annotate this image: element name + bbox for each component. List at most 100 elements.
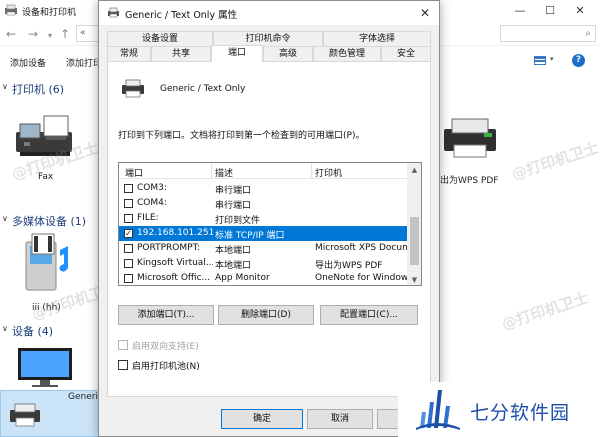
- port-checkbox[interactable]: [124, 199, 133, 208]
- group-printers[interactable]: ∨ 打印机 (6): [0, 80, 100, 96]
- tab-ports[interactable]: 端口: [211, 45, 263, 62]
- port-name: COM3:: [137, 183, 167, 193]
- port-name: PORTPROMPT:: [137, 243, 201, 253]
- bidirectional-support-checkbox[interactable]: [118, 340, 128, 350]
- port-checkbox[interactable]: [124, 184, 133, 193]
- port-checkbox-checked[interactable]: ✓: [124, 229, 133, 238]
- search-icon: ⌕: [585, 28, 591, 39]
- printer-pooling-checkbox[interactable]: [118, 360, 128, 370]
- port-name: 192.168.101.251: [137, 228, 213, 238]
- table-row[interactable]: PORTPROMPT: 本地端口 Microsoft XPS Docum: [119, 241, 407, 256]
- table-row[interactable]: FILE: 打印到文件: [119, 211, 407, 226]
- port-instruction: 打印到下列端口。文档将打印到第一个检查到的可用端口(P)。: [118, 131, 365, 141]
- printer-properties-dialog: Generic / Text Only 属性 ✕ 设备设置 打印机命令 字体选择…: [98, 0, 440, 437]
- maximize-icon[interactable]: ☐: [536, 2, 564, 20]
- close-icon[interactable]: ✕: [566, 2, 594, 20]
- column-divider[interactable]: [211, 163, 212, 179]
- port-description: 标准 TCP/IP 端口: [215, 231, 285, 241]
- printer-icon[interactable]: [440, 115, 500, 161]
- tab-device-settings[interactable]: 设备设置: [107, 31, 213, 46]
- tab-advanced[interactable]: 高级: [263, 46, 313, 61]
- printer-icon: [122, 79, 144, 98]
- add-port-button[interactable]: 添加端口(T)...: [118, 305, 214, 325]
- column-header-port[interactable]: 端口: [125, 166, 143, 179]
- dialog-title: Generic / Text Only 属性: [125, 10, 238, 21]
- media-device-icon[interactable]: [20, 228, 76, 294]
- add-printer-button[interactable]: 添加打印: [66, 56, 102, 69]
- group-media-devices[interactable]: ∨ 多媒体设备 (1): [0, 212, 96, 228]
- scroll-down-icon[interactable]: ▼: [407, 273, 421, 285]
- search-input[interactable]: ⌕: [500, 25, 596, 42]
- table-row-selected[interactable]: ✓ 192.168.101.251 标准 TCP/IP 端口: [119, 226, 407, 241]
- group-devices[interactable]: ∨ 设备 (4): [0, 322, 100, 338]
- group-title: 多媒体设备 (1): [12, 215, 87, 228]
- add-device-button[interactable]: 添加设备: [10, 56, 46, 69]
- port-checkbox[interactable]: [124, 214, 133, 223]
- logo-mark-icon: [416, 390, 460, 430]
- logo-text: 七分软件园: [470, 402, 571, 424]
- printer-name: Generic / Text Only: [160, 84, 246, 94]
- port-checkbox[interactable]: [124, 244, 133, 253]
- double-chevron-icon: «: [80, 28, 86, 38]
- tab-color-management[interactable]: 颜色管理: [313, 46, 381, 61]
- port-name: FILE:: [137, 213, 159, 223]
- port-list-header: 端口 描述 打印机: [119, 163, 407, 179]
- tab-font-selection[interactable]: 字体选择: [323, 31, 431, 46]
- port-name: Microsoft Offic...: [137, 273, 211, 283]
- port-checkbox[interactable]: [124, 259, 133, 268]
- table-row[interactable]: Microsoft Offic... App Monitor OneNote f…: [119, 271, 407, 285]
- cancel-button[interactable]: 取消: [307, 409, 373, 429]
- configure-port-button[interactable]: 配置端口(C)...: [320, 305, 418, 325]
- delete-port-button[interactable]: 删除端口(D): [218, 305, 314, 325]
- port-description: 本地端口: [215, 246, 252, 256]
- address-field[interactable]: «: [76, 25, 100, 42]
- monitor-icon[interactable]: [14, 346, 76, 388]
- port-printer: 导出为WPS PDF: [315, 261, 383, 271]
- port-printer: Microsoft XPS Docum: [315, 243, 407, 253]
- table-row[interactable]: COM3: 串行端口: [119, 181, 407, 196]
- bidirectional-support-label: 启用双向支持(E): [132, 342, 199, 352]
- chevron-down-icon[interactable]: ∨: [2, 214, 8, 223]
- minimize-icon[interactable]: —: [506, 2, 534, 20]
- chevron-down-icon[interactable]: ▾: [550, 55, 554, 63]
- group-title: 设备 (4): [12, 325, 54, 338]
- close-icon[interactable]: ✕: [413, 3, 437, 23]
- port-name: COM4:: [137, 198, 167, 208]
- port-description: 串行端口: [215, 186, 252, 196]
- tab-sharing[interactable]: 共享: [151, 46, 211, 61]
- scrollbar-thumb[interactable]: [410, 217, 419, 265]
- vertical-scrollbar[interactable]: ▲ ▼: [407, 163, 421, 285]
- column-header-printer[interactable]: 打印机: [315, 166, 342, 179]
- dialog-titlebar: Generic / Text Only 属性 ✕: [99, 1, 439, 25]
- tab-general[interactable]: 常规: [107, 46, 151, 61]
- column-divider[interactable]: [311, 163, 312, 179]
- port-printer: OneNote for Windows: [315, 273, 407, 283]
- port-description: 串行端口: [215, 201, 252, 211]
- port-description: 打印到文件: [215, 216, 261, 226]
- port-list[interactable]: 端口 描述 打印机 COM3: 串行端口 COM4: 串行端口 FILE: 打印…: [118, 162, 422, 286]
- chevron-down-icon[interactable]: ∨: [2, 324, 8, 333]
- scroll-up-icon[interactable]: ▲: [407, 163, 421, 177]
- table-row[interactable]: COM4: 串行端口: [119, 196, 407, 211]
- forward-arrow-icon[interactable]: →: [28, 27, 38, 41]
- printer-icon: [108, 7, 119, 18]
- watermark-text: @打印机卫士: [499, 288, 591, 334]
- port-description: App Monitor: [215, 273, 270, 283]
- column-header-description[interactable]: 描述: [215, 166, 233, 179]
- help-icon[interactable]: ?: [572, 54, 585, 67]
- up-arrow-icon[interactable]: ↑: [60, 27, 70, 41]
- port-checkbox[interactable]: [124, 274, 133, 283]
- back-arrow-icon[interactable]: ←: [6, 27, 16, 41]
- printer-icon[interactable]: [8, 402, 42, 428]
- site-logo: 七分软件园: [398, 382, 600, 437]
- chevron-down-icon[interactable]: ▾: [48, 31, 52, 40]
- chevron-down-icon[interactable]: ∨: [2, 82, 8, 91]
- ok-button[interactable]: 确定: [221, 409, 303, 429]
- tab-printer-commands[interactable]: 打印机命令: [213, 31, 323, 46]
- table-row[interactable]: Kingsoft Virtual... 本地端口 导出为WPS PDF: [119, 256, 407, 271]
- bg-window-title: 设备和打印机: [22, 8, 77, 18]
- ports-tab-panel: Generic / Text Only 打印到下列端口。文档将打印到第一个检查到…: [107, 61, 431, 397]
- watermark-text: @打印机卫士: [509, 138, 600, 184]
- tab-security[interactable]: 安全: [381, 46, 431, 61]
- view-options-icon[interactable]: [534, 56, 546, 65]
